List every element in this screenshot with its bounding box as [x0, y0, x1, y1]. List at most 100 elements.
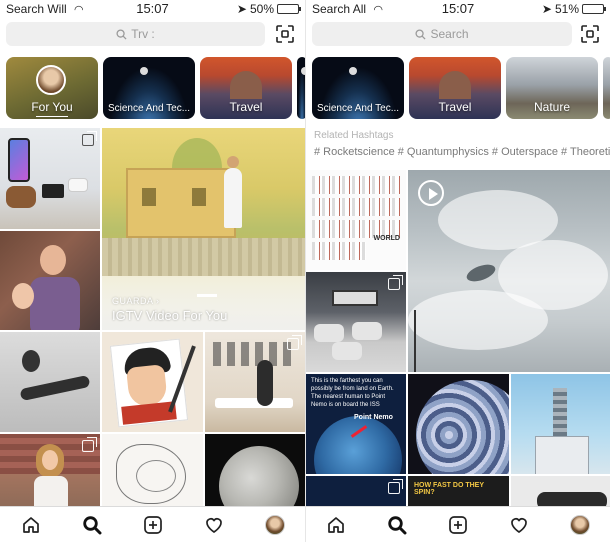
igtv-dash: [197, 294, 217, 297]
screen-shape: [332, 290, 378, 306]
category-science[interactable]: Science And Tec...: [103, 57, 195, 119]
home-icon[interactable]: [20, 514, 42, 536]
search-icon: [116, 28, 127, 40]
ufo-shape: [464, 261, 498, 285]
explore-tile-interior[interactable]: [306, 272, 406, 372]
search-bar[interactable]: Trv :: [6, 22, 265, 46]
home-icon[interactable]: [325, 514, 347, 536]
category-nature[interactable]: Nature: [506, 57, 598, 119]
explore-tile-room[interactable]: [205, 332, 305, 432]
explore-tile-rockets[interactable]: WORLD: [306, 170, 406, 270]
person-shape: [257, 360, 273, 406]
explore-tile-point-nemo[interactable]: This is the farthest you can possibly be…: [306, 374, 406, 474]
multiple-photos-icon: [287, 335, 302, 350]
bottom-navigation: [0, 506, 305, 542]
top-shape: [34, 476, 68, 506]
category-label: Nature: [533, 100, 571, 114]
avatar: [36, 65, 66, 95]
profile-avatar[interactable]: [569, 514, 591, 536]
airpods-shape: [68, 178, 88, 192]
search-bar[interactable]: Search: [312, 22, 572, 46]
profile-avatar[interactable]: [264, 514, 286, 536]
face-shape: [12, 283, 34, 309]
explore-tile-sketch[interactable]: [102, 434, 203, 506]
qr-scan-icon[interactable]: [275, 24, 295, 44]
battery-percent: 50%: [249, 2, 274, 16]
multiple-photos-icon: [388, 275, 403, 290]
person-shape: [224, 156, 242, 228]
multiple-photos-icon: [388, 479, 403, 494]
location-icon: ➤: [236, 2, 247, 16]
explore-tile-family[interactable]: [0, 231, 100, 330]
play-icon: [418, 180, 444, 206]
category-travel[interactable]: Travel: [409, 57, 501, 119]
category-more[interactable]: [603, 57, 610, 119]
explore-tile-space-2[interactable]: [306, 476, 406, 506]
planet-shape: [416, 380, 509, 474]
point-nemo-label: Point Nemo: [354, 414, 393, 421]
globe-shape: [314, 416, 402, 474]
video-tile-cloud[interactable]: [408, 170, 610, 372]
rocket-row: [312, 242, 366, 260]
pole-shape: [414, 310, 416, 372]
explore-tile-moon[interactable]: [205, 434, 305, 506]
add-post-icon[interactable]: [142, 514, 164, 536]
explore-tile-phone[interactable]: [0, 128, 100, 229]
spin-caption: HOW FAST DO THEY SPIN?: [414, 482, 484, 496]
status-bar: Search Will ◠ 15:07 ➤ 50%: [0, 0, 305, 18]
explore-screen-right: Search All ◠ 15:07 ➤ 51% Search Science …: [305, 0, 610, 542]
search-placeholder: Trv :: [131, 27, 155, 41]
selected-underline: [36, 116, 68, 117]
category-for-you[interactable]: For You: [6, 57, 98, 119]
sketch-shape: [136, 460, 176, 492]
category-travel[interactable]: Travel: [200, 57, 292, 119]
hashtag-list[interactable]: # Rocketscience # Quantumphysics # Outer…: [314, 146, 610, 158]
earth-caption: This is the farthest you can possibly be…: [311, 378, 394, 408]
shirt-shape: [30, 277, 80, 330]
search-placeholder: Search: [430, 27, 469, 41]
window-shape: [142, 188, 156, 206]
window-shape: [192, 188, 206, 206]
category-label: Science And Tec...: [107, 103, 191, 114]
explore-tile-device[interactable]: [511, 476, 610, 506]
moon-shape: [219, 446, 299, 506]
explore-tile-drawing[interactable]: [102, 332, 203, 432]
add-post-icon[interactable]: [447, 514, 469, 536]
battery-icon: [582, 4, 606, 14]
search-icon[interactable]: [81, 514, 103, 536]
multiple-photos-icon: [82, 131, 97, 146]
category-label: Travel: [438, 100, 472, 114]
fence-shape: [102, 238, 305, 276]
explore-tile-spin[interactable]: HOW FAST DO THEY SPIN?: [408, 476, 509, 506]
battery-percent: 51%: [554, 2, 579, 16]
heart-icon[interactable]: [203, 514, 225, 536]
igtv-title: IGTV Video For You: [112, 308, 228, 323]
building-shape: [535, 436, 589, 474]
explore-tile-launch-tower[interactable]: [511, 374, 610, 474]
rockets-caption: WORLD: [373, 235, 400, 242]
bottom-navigation: [306, 506, 610, 542]
explore-tile-portrait[interactable]: [0, 434, 100, 506]
avatar: [569, 514, 590, 535]
avatar: [264, 514, 285, 535]
search-icon[interactable]: [386, 514, 408, 536]
igtv-tile[interactable]: GUARDA › IGTV Video For You: [102, 128, 305, 330]
head-shape: [22, 350, 40, 372]
igtv-watch-link[interactable]: GUARDA ›: [112, 296, 160, 306]
table-shape: [215, 398, 293, 408]
multiple-photos-icon: [82, 437, 97, 452]
status-indicators: ➤ 50%: [236, 2, 301, 16]
heart-icon[interactable]: [508, 514, 530, 536]
category-carousel: Science And Tec... Travel Nature: [312, 57, 610, 119]
explore-tile-planet[interactable]: [408, 374, 509, 474]
category-more[interactable]: [297, 57, 305, 119]
status-indicators: ➤ 51%: [542, 2, 606, 16]
category-carousel: For You Science And Tec... Travel: [6, 57, 305, 119]
body-shape: [19, 374, 91, 402]
rocket-row: [312, 176, 400, 194]
qr-scan-icon[interactable]: [580, 24, 600, 44]
rocket-row: [312, 198, 400, 216]
explore-tile-bw-photo[interactable]: [0, 332, 100, 432]
related-hashtags-label: Related Hashtags: [314, 130, 394, 141]
category-science[interactable]: Science And Tec...: [312, 57, 404, 119]
